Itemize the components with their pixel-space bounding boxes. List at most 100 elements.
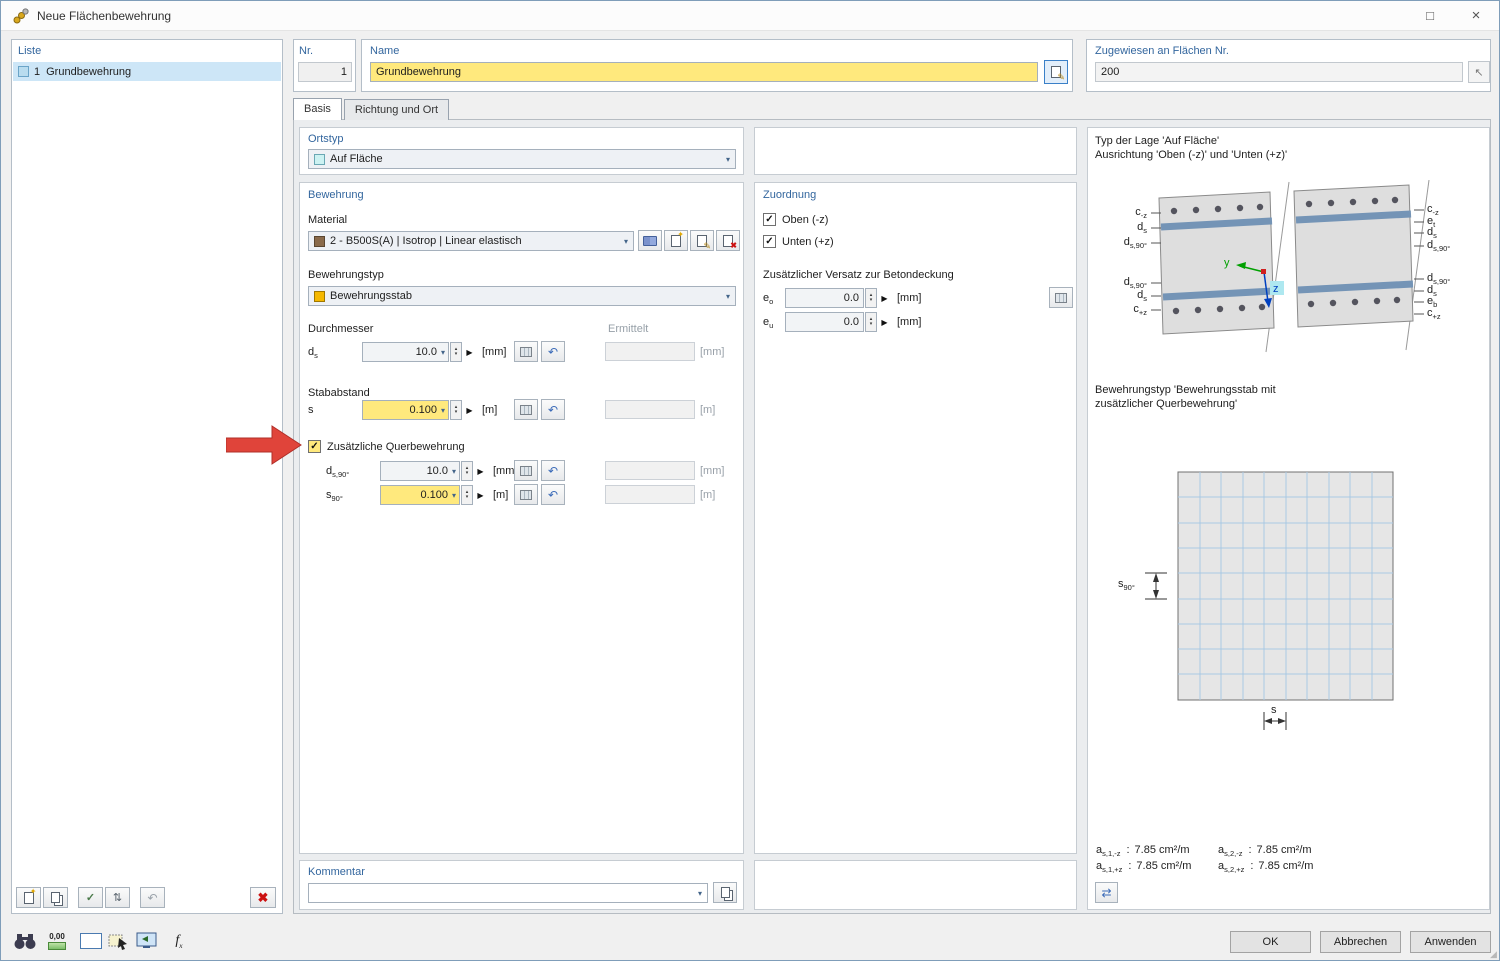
s90-detail-button[interactable]: ▶	[474, 485, 487, 505]
info-line-2: Ausrichtung 'Oben (-z)' und 'Unten (+z)'	[1095, 149, 1288, 161]
section-label-left-0: c-z	[1135, 206, 1147, 221]
tab-content-basis: Ortstyp Auf Fläche ▾ Bewehrung Material …	[293, 119, 1491, 914]
view-button[interactable]	[133, 928, 161, 954]
grid-diagram: s90° s	[1088, 460, 1487, 750]
versatz-label: Zusätzlicher Versatz zur Betondeckung	[763, 269, 954, 281]
kommentar-copy-button[interactable]	[713, 882, 737, 903]
material-delete-button[interactable]: ✖	[716, 230, 740, 251]
pencil-icon: ✎	[703, 240, 711, 251]
maximize-icon[interactable]: □	[1407, 1, 1453, 31]
s-transfer-button[interactable]	[514, 399, 538, 420]
material-new-button[interactable]: ✦	[664, 230, 688, 251]
ds-value: 10.0	[415, 346, 437, 358]
ds-input[interactable]: 10.0 ▾	[362, 342, 449, 362]
selection-cursor-icon	[108, 934, 127, 950]
resize-grip[interactable]: ◢	[1490, 949, 1497, 960]
grid-s90-label: s90°	[1118, 578, 1135, 593]
apply-button[interactable]: Anwenden	[1410, 931, 1491, 953]
close-icon[interactable]: ×	[1453, 1, 1499, 31]
eo-unit: [mm]	[897, 292, 922, 304]
panel-toggle-button[interactable]	[77, 928, 105, 954]
ortstyp-color-swatch	[314, 153, 325, 165]
eu-spinner[interactable]: ▴ ▾	[865, 312, 877, 332]
info-panel: Typ der Lage 'Auf Fläche' Ausrichtung 'O…	[1087, 127, 1490, 910]
function-button[interactable]: fx	[165, 928, 193, 954]
section-label-right-3: ds,90°	[1427, 239, 1451, 254]
ds-spinner[interactable]: ▴ ▾	[450, 342, 462, 362]
assigned-label: Zugewiesen an Flächen Nr.	[1095, 45, 1229, 57]
new-item-button[interactable]: ✦	[16, 887, 41, 908]
select-check-button[interactable]: ✓	[78, 887, 103, 908]
ortstyp-select[interactable]: Auf Fläche ▾	[308, 149, 736, 169]
ds90-detail-button[interactable]: ▶	[474, 461, 487, 481]
ds90-ermittelt-field	[605, 461, 695, 480]
ds90-transfer-button[interactable]	[514, 460, 538, 481]
ds90-input[interactable]: 10.0 ▾	[380, 461, 460, 481]
reorder-button[interactable]: ⇅	[105, 887, 130, 908]
eu-detail-button[interactable]: ▶	[878, 312, 891, 332]
s90-transfer-button[interactable]	[514, 484, 538, 505]
betondeckung-button[interactable]	[1049, 287, 1073, 308]
undo-icon: ↶	[147, 890, 158, 905]
s90-input[interactable]: 0.100 ▾	[380, 485, 460, 505]
section-label-left-4: ds	[1137, 289, 1147, 304]
kommentar-input[interactable]: ▾	[308, 883, 708, 903]
eo-value: 0.0	[843, 292, 859, 304]
table-icon	[520, 404, 532, 415]
result-as2-minus: as,2,-z:7.85 cm²/m	[1218, 844, 1312, 859]
eo-detail-button[interactable]: ▶	[878, 288, 891, 308]
nr-label: Nr.	[299, 45, 314, 57]
s-undo-button[interactable]: ↶	[541, 399, 565, 420]
name-edit-button[interactable]: ✎	[1044, 60, 1068, 84]
list-item-number: 1	[34, 65, 41, 78]
search-binoculars-button[interactable]	[11, 928, 39, 954]
s-detail-button[interactable]: ▶	[463, 400, 476, 420]
bewehrung-title: Bewehrung	[308, 189, 364, 201]
material-edit-button[interactable]: ✎	[690, 230, 714, 251]
eo-spinner[interactable]: ▴ ▾	[865, 288, 877, 308]
result-as2-plus: as,2,+z:7.85 cm²/m	[1218, 860, 1314, 875]
pencil-icon: ✎	[1057, 72, 1065, 82]
list-item-grundbewehrung[interactable]: 1 Grundbewehrung	[13, 62, 281, 81]
delete-item-button[interactable]: ✖	[250, 887, 276, 908]
select-objects-button[interactable]	[105, 928, 133, 954]
quer-checkbox[interactable]: ✓ Zusätzliche Querbewehrung	[308, 440, 465, 453]
zuordnung-title: Zuordnung	[763, 189, 817, 201]
decimal-places-button[interactable]: 0,00	[43, 928, 71, 954]
tab-richtung-und-ort[interactable]: Richtung und Ort	[343, 99, 450, 120]
material-library-button[interactable]	[638, 230, 662, 251]
grid-s-label: s	[1271, 704, 1277, 716]
eu-input[interactable]: 0.0	[785, 312, 864, 332]
tab-basis[interactable]: Basis	[293, 98, 342, 120]
copy-item-button[interactable]	[43, 887, 68, 908]
ds-detail-button[interactable]: ▶	[463, 342, 476, 362]
panel-icon	[1055, 292, 1067, 303]
empty-panel-top	[754, 127, 1077, 175]
s-input[interactable]: 0.100 ▾	[362, 400, 449, 420]
assigned-input[interactable]: 200	[1095, 62, 1463, 82]
ok-button[interactable]: OK	[1230, 931, 1311, 953]
nr-field: 1	[298, 62, 352, 82]
cancel-button[interactable]: Abbrechen	[1320, 931, 1401, 953]
pick-surfaces-button[interactable]: ↖	[1468, 61, 1490, 83]
oben-checkbox[interactable]: ✓ Oben (-z)	[763, 213, 828, 226]
ds90-undo-button[interactable]: ↶	[541, 460, 565, 481]
s-spinner[interactable]: ▴ ▾	[450, 400, 462, 420]
info-settings-button[interactable]: ⇄	[1095, 882, 1118, 903]
material-select[interactable]: 2 - B500S(A) | Isotrop | Linear elastisc…	[308, 231, 634, 251]
ds-transfer-button[interactable]	[514, 341, 538, 362]
edit-document-icon: ✎	[697, 234, 711, 250]
s90-spinner[interactable]: ▴ ▾	[461, 485, 473, 505]
undo-list-button[interactable]: ↶	[140, 887, 165, 908]
ds-undo-button[interactable]: ↶	[541, 341, 565, 362]
assigned-value: 200	[1101, 66, 1120, 78]
ds90-spinner[interactable]: ▴ ▾	[461, 461, 473, 481]
eo-input[interactable]: 0.0	[785, 288, 864, 308]
s90-undo-button[interactable]: ↶	[541, 484, 565, 505]
name-input[interactable]: Grundbewehrung	[370, 62, 1038, 82]
bewehrungstyp-select[interactable]: Bewehrungsstab ▾	[308, 286, 736, 306]
unten-checkbox[interactable]: ✓ Unten (+z)	[763, 235, 834, 248]
edit-document-icon: ✎	[1051, 66, 1065, 82]
unten-checkbox-label: Unten (+z)	[782, 235, 834, 248]
axis-y-label: y	[1224, 257, 1230, 269]
